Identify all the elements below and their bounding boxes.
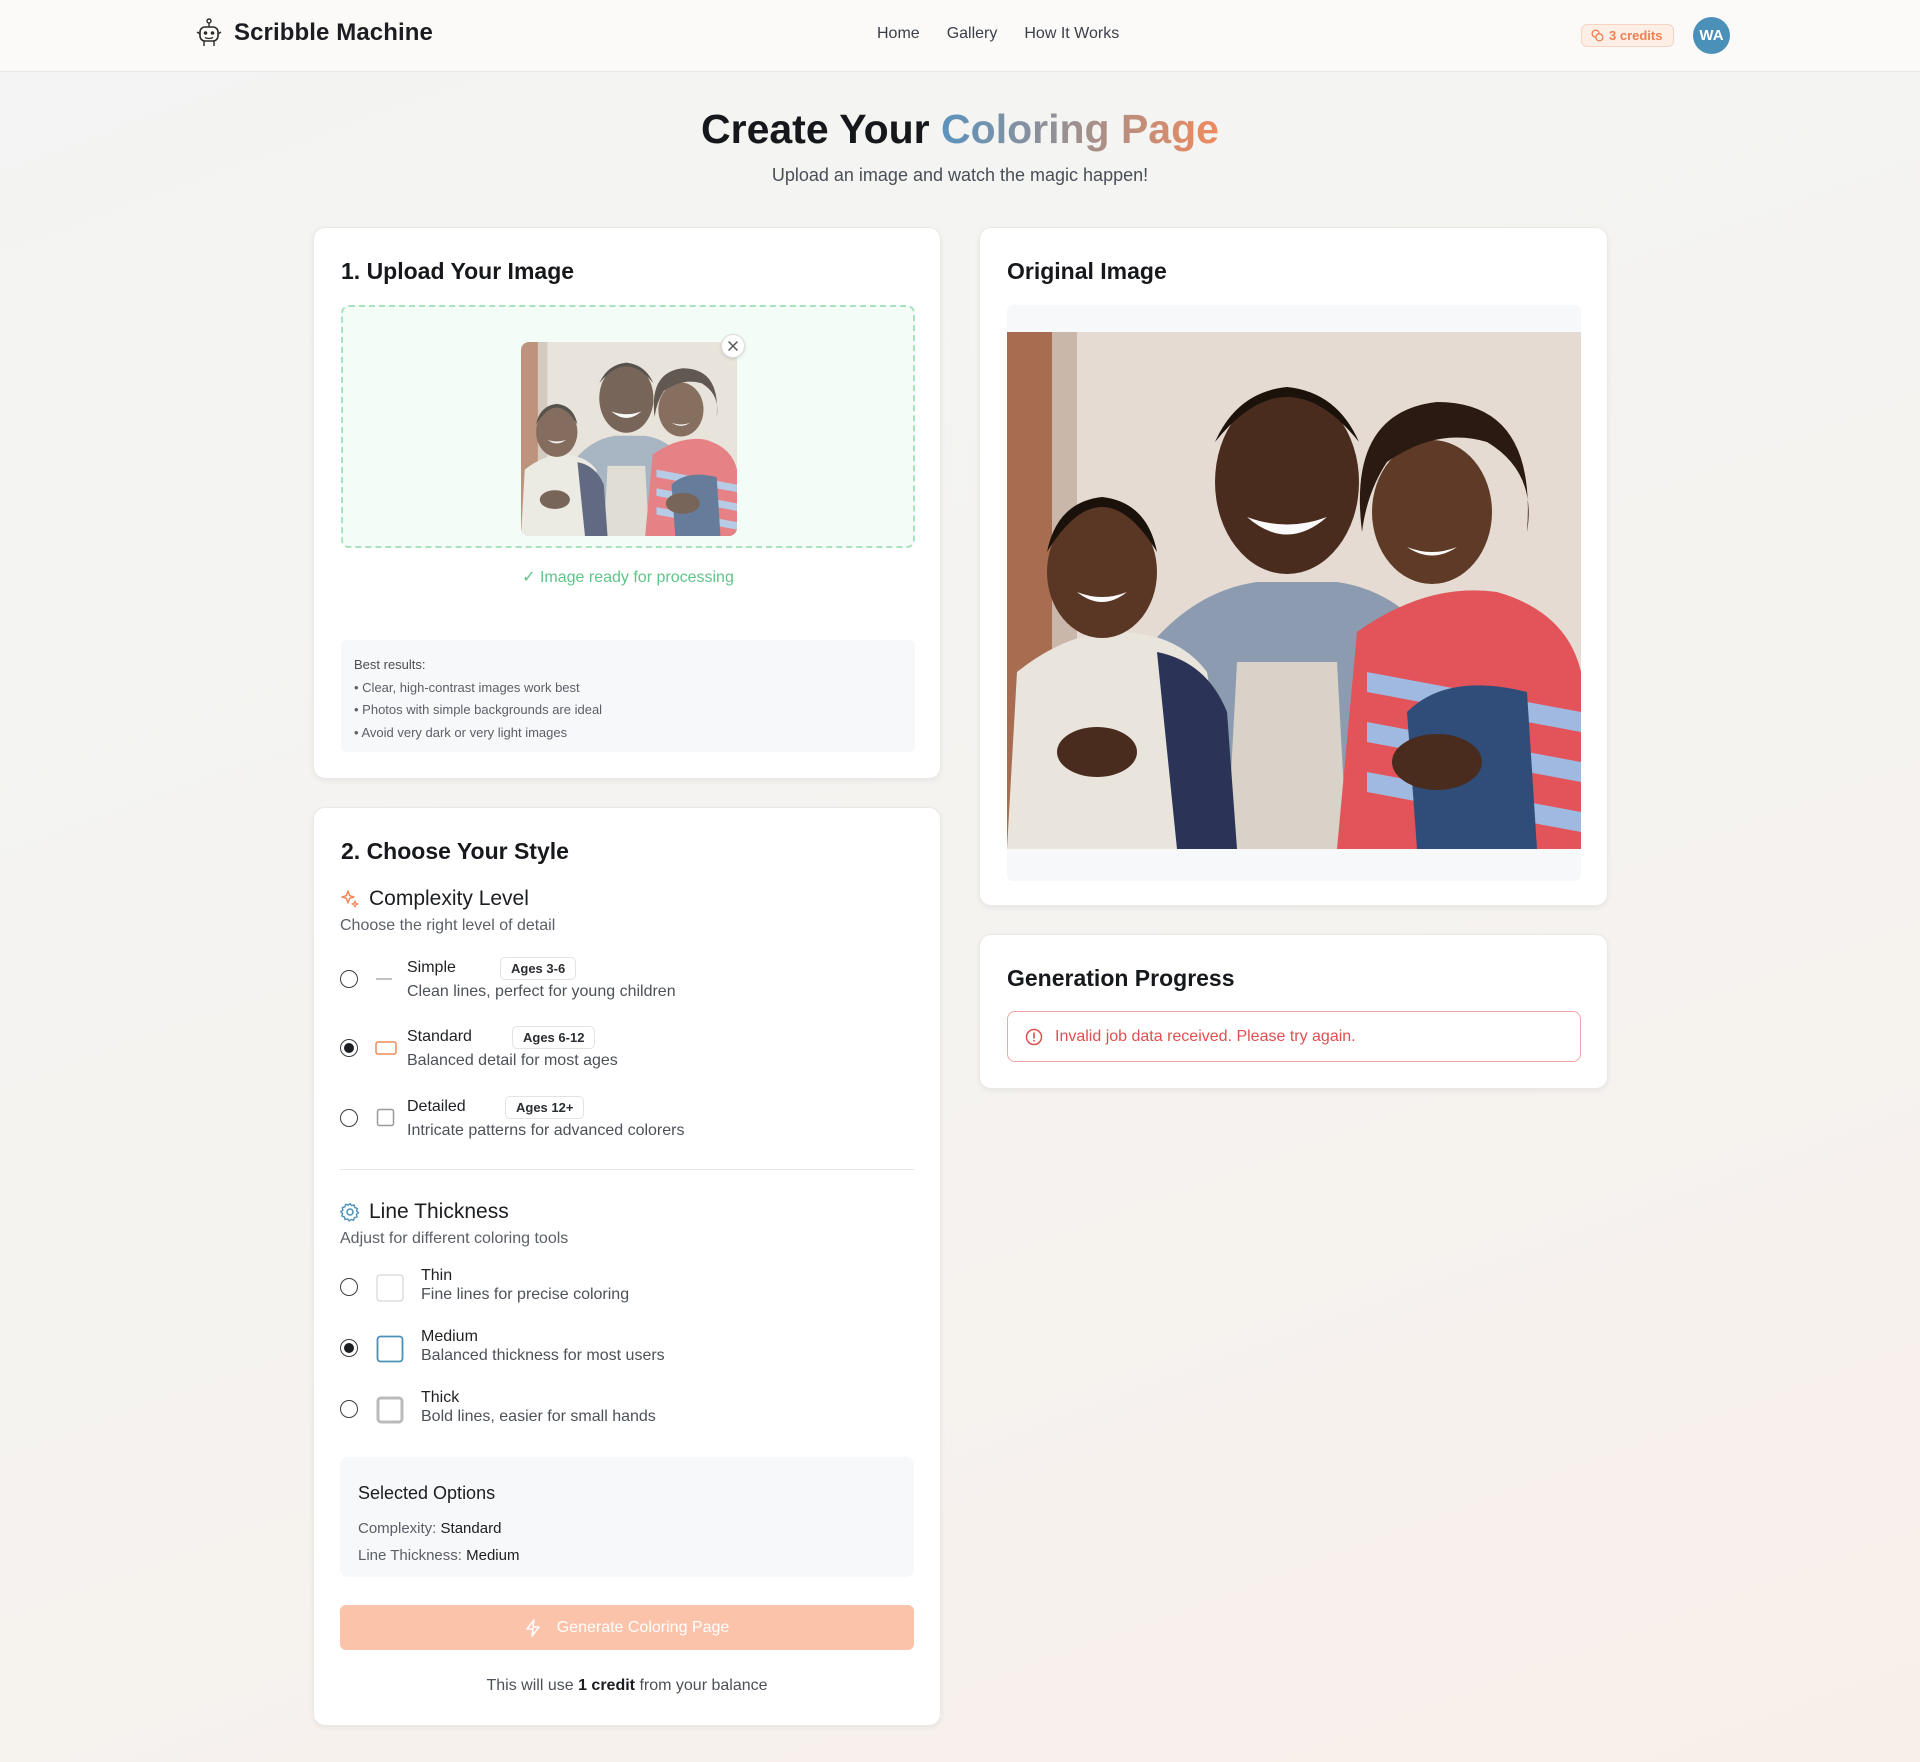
credits-badge[interactable]: 3 credits <box>1581 24 1675 47</box>
thickness-label: Line Thickness <box>369 1200 509 1223</box>
error-message: Invalid job data received. Please try ag… <box>1055 1027 1356 1045</box>
style-card-content: Complexity Level Choose the right level … <box>313 0 941 1762</box>
line-simple-icon <box>376 978 392 980</box>
age-badge: Ages 6-12 <box>512 1026 596 1049</box>
page-subtitle: Upload an image and watch the magic happ… <box>771 165 1149 185</box>
complexity-label: Complexity Level <box>369 887 529 910</box>
robot-logo-icon <box>196 18 222 46</box>
summary-complexity: Complexity: Standard <box>358 1520 501 1537</box>
sparkles-icon <box>341 890 359 908</box>
credit-note-post: from your balance <box>639 1677 768 1694</box>
original-image-title: Original Image <box>1007 258 1167 284</box>
option-name: Thick <box>421 1389 460 1406</box>
medium-line-preview-icon <box>376 1335 404 1363</box>
original-image-frame <box>1007 305 1581 881</box>
alert-circle-icon <box>1025 1028 1043 1045</box>
option-name: Simple <box>407 959 456 976</box>
original-image-card: Original Image <box>979 227 1608 906</box>
progress-title: Generation Progress <box>1007 965 1235 991</box>
complexity-option-standard[interactable]: Standard Ages 6-12 Balanced detail for m… <box>340 1026 900 1072</box>
summary-title: Selected Options <box>358 1483 496 1503</box>
complexity-option-detailed[interactable]: Detailed Ages 12+ Intricate patterns for… <box>340 1096 900 1142</box>
generate-coloring-page-button[interactable]: Generate Coloring Page <box>340 1605 914 1650</box>
summary-complexity-label: Complexity: <box>358 1520 437 1537</box>
credit-note-bold: 1 credit <box>578 1677 635 1694</box>
lightning-icon <box>525 1618 540 1637</box>
summary-complexity-value: Standard <box>440 1520 502 1537</box>
thickness-option-thin[interactable]: Thin Fine lines for precise coloring <box>340 1265 900 1311</box>
complexity-header: Complexity Level <box>340 887 529 911</box>
credit-usage-note: This will use 1 credit from your balance <box>313 1677 941 1695</box>
complexity-radio-detailed[interactable] <box>340 1109 358 1127</box>
summary-thickness-label: Line Thickness: <box>358 1547 462 1564</box>
coins-icon <box>1591 29 1604 42</box>
complexity-subtitle: Choose the right level of detail <box>340 917 556 934</box>
page-title: Create Your Coloring Page <box>0 106 1920 153</box>
credit-note-pre: This will use <box>486 1677 574 1694</box>
thickness-radio-medium[interactable] <box>340 1339 358 1357</box>
user-avatar[interactable]: WA <box>1693 17 1730 54</box>
thickness-subtitle: Adjust for different coloring tools <box>340 1230 569 1247</box>
complexity-radio-simple[interactable] <box>340 970 358 988</box>
age-badge: Ages 3-6 <box>500 957 577 980</box>
credits-count: 3 credits <box>1609 28 1663 43</box>
option-name: Detailed <box>407 1098 466 1115</box>
top-navigation-bar: Scribble Machine Home Gallery How It Wor… <box>0 0 1920 72</box>
complexity-radio-standard[interactable] <box>340 1039 358 1057</box>
thick-line-preview-icon <box>376 1396 404 1424</box>
thickness-option-thick[interactable]: Thick Bold lines, easier for small hands <box>340 1387 900 1433</box>
section-divider <box>340 1169 914 1170</box>
thickness-option-medium[interactable]: Medium Balanced thickness for most users <box>340 1326 900 1372</box>
generation-progress-card: Generation Progress Invalid job data rec… <box>979 934 1608 1089</box>
complexity-option-simple[interactable]: Simple Ages 3-6 Clean lines, perfect for… <box>340 957 900 1003</box>
rectangle-standard-icon <box>375 1041 397 1055</box>
thickness-radio-thick[interactable] <box>340 1400 358 1418</box>
option-description: Balanced thickness for most users <box>421 1347 665 1364</box>
option-description: Bold lines, easier for small hands <box>421 1408 656 1425</box>
nav-link-how-it-works[interactable]: How It Works <box>1024 25 1119 43</box>
page-title-accent: Coloring Page <box>941 106 1219 152</box>
original-photo <box>1007 332 1581 849</box>
summary-thickness: Line Thickness: Medium <box>358 1547 519 1564</box>
option-description: Fine lines for precise coloring <box>421 1286 630 1303</box>
generate-button-label: Generate Coloring Page <box>556 1618 730 1636</box>
thickness-radio-thin[interactable] <box>340 1278 358 1296</box>
gear-icon <box>340 1202 360 1222</box>
thickness-header: Line Thickness <box>340 1200 509 1224</box>
thin-line-preview-icon <box>376 1274 404 1302</box>
option-description: Intricate patterns for advanced colorers <box>407 1122 685 1139</box>
option-description: Balanced detail for most ages <box>407 1052 618 1069</box>
option-description: Clean lines, perfect for young children <box>407 983 676 1000</box>
option-name: Thin <box>421 1267 453 1284</box>
square-detailed-icon <box>376 1108 395 1127</box>
nav-link-gallery[interactable]: Gallery <box>947 25 998 43</box>
summary-thickness-value: Medium <box>466 1547 520 1564</box>
selected-options-summary: Selected Options Complexity: Standard Li… <box>340 1457 914 1577</box>
option-name: Medium <box>421 1328 478 1345</box>
age-badge: Ages 12+ <box>505 1096 585 1119</box>
option-name: Standard <box>407 1028 472 1045</box>
error-alert: Invalid job data received. Please try ag… <box>1007 1011 1581 1062</box>
